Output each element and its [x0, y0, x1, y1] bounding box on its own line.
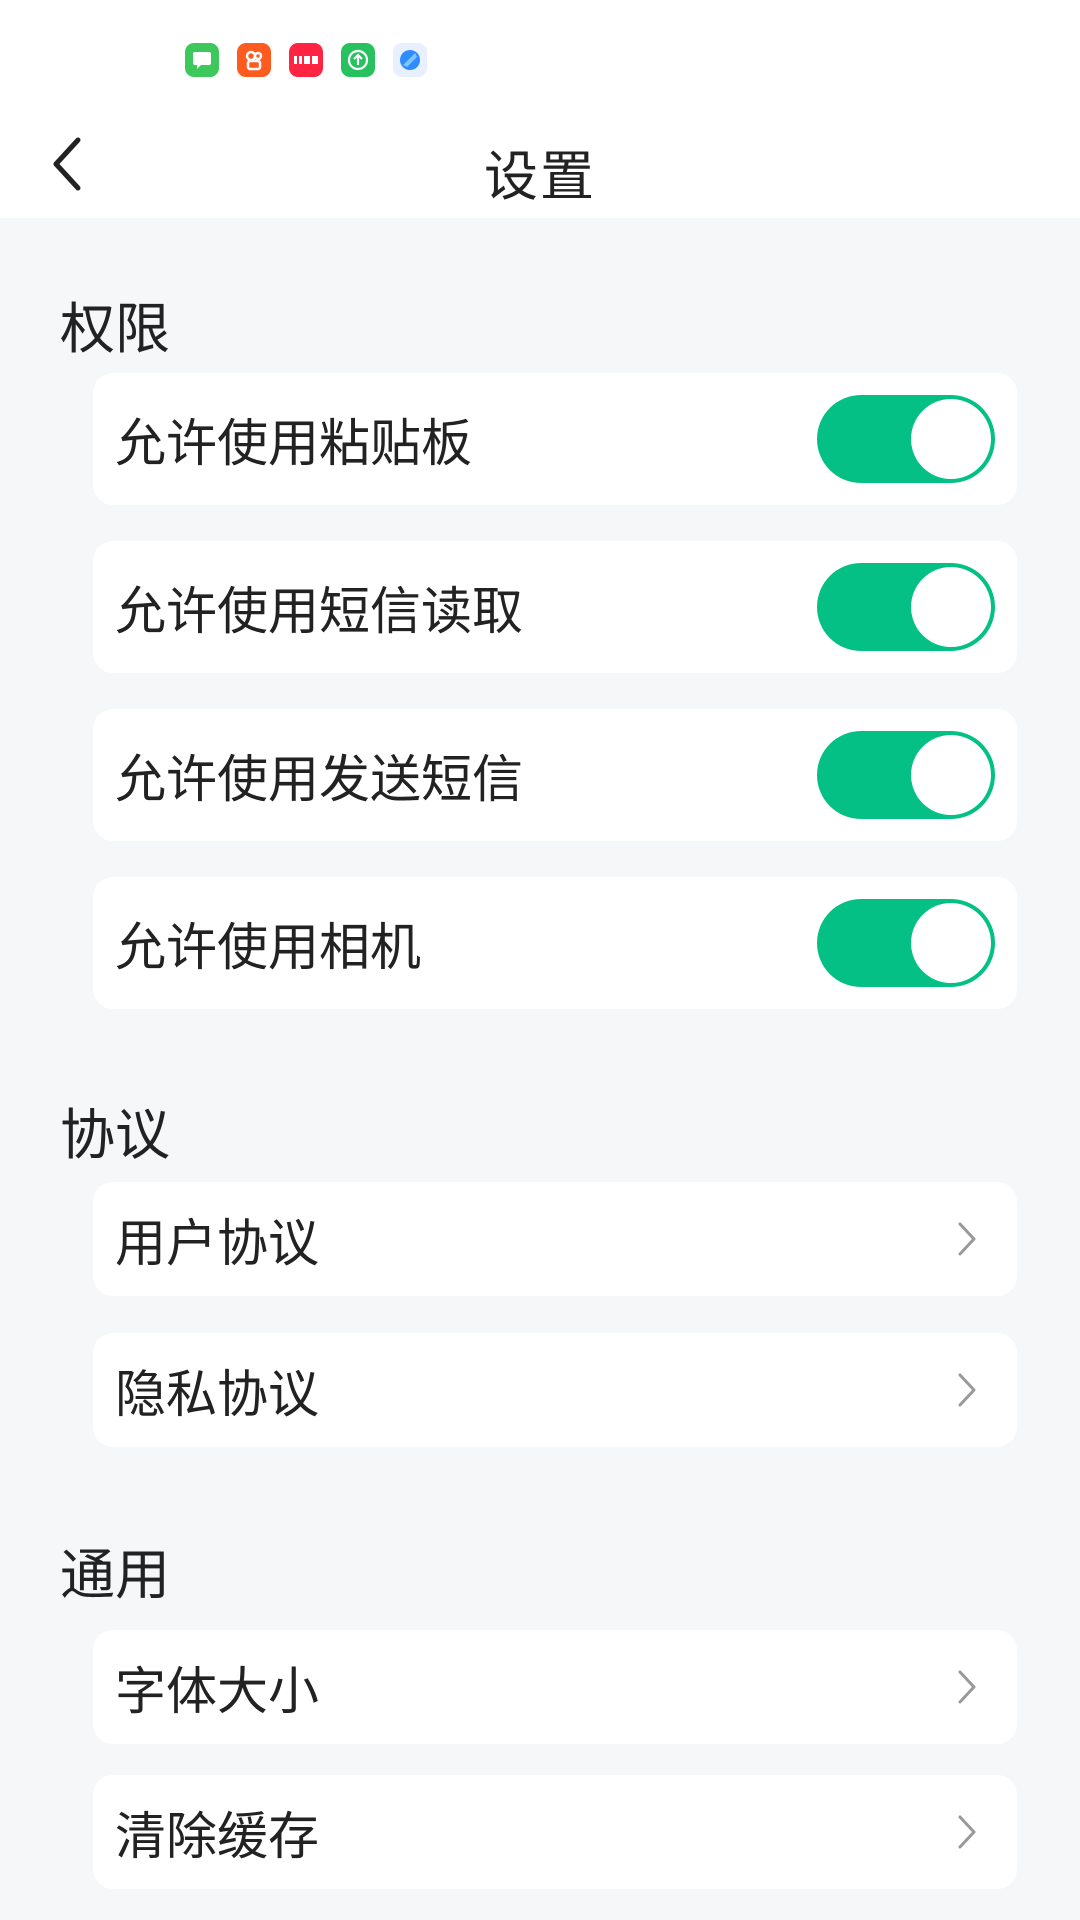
row-label: 用户协议: [115, 1215, 320, 1274]
upload-icon: [341, 43, 375, 77]
page-title: 设置: [484, 145, 596, 208]
camera-toggle[interactable]: [817, 899, 995, 987]
section-title-agreements: 协议: [60, 1103, 171, 1167]
kuaishou-icon: [237, 43, 271, 77]
sms-read-toggle[interactable]: [817, 563, 995, 651]
chevron-right-icon: [947, 1667, 987, 1707]
setting-label: 允许使用相机: [115, 919, 422, 978]
notification-icons: [185, 43, 427, 77]
messages-icon: [185, 43, 219, 77]
setting-label: 允许使用发送短信: [115, 751, 524, 810]
row-label: 字体大小: [115, 1663, 320, 1722]
setting-label: 允许使用粘贴板: [115, 415, 473, 474]
toggle-knob: [911, 903, 991, 983]
row-label: 清除缓存: [115, 1808, 320, 1867]
toggle-knob: [911, 735, 991, 815]
clipboard-toggle[interactable]: [817, 395, 995, 483]
setting-camera: 允许使用相机: [93, 877, 1017, 1009]
section-title-permissions: 权限: [60, 297, 171, 361]
chevron-right-icon: [947, 1370, 987, 1410]
clear-cache-row[interactable]: 清除缓存: [93, 1775, 1017, 1889]
app-header: 设置: [0, 110, 1080, 218]
chevron-right-icon: [947, 1219, 987, 1259]
toggle-knob: [911, 567, 991, 647]
browser-icon: [393, 43, 427, 77]
setting-label: 允许使用短信读取: [115, 583, 524, 642]
font-size-row[interactable]: 字体大小: [93, 1630, 1017, 1744]
chevron-right-icon: [947, 1812, 987, 1852]
setting-clipboard: 允许使用粘贴板: [93, 373, 1017, 505]
user-agreement-row[interactable]: 用户协议: [93, 1182, 1017, 1296]
setting-sms-read: 允许使用短信读取: [93, 541, 1017, 673]
xiaohongshu-icon: [289, 43, 323, 77]
setting-sms-send: 允许使用发送短信: [93, 709, 1017, 841]
row-label: 隐私协议: [115, 1366, 320, 1425]
section-title-general: 通用: [60, 1543, 171, 1607]
status-bar: [0, 0, 1080, 110]
privacy-agreement-row[interactable]: 隐私协议: [93, 1333, 1017, 1447]
toggle-knob: [911, 399, 991, 479]
sms-send-toggle[interactable]: [817, 731, 995, 819]
